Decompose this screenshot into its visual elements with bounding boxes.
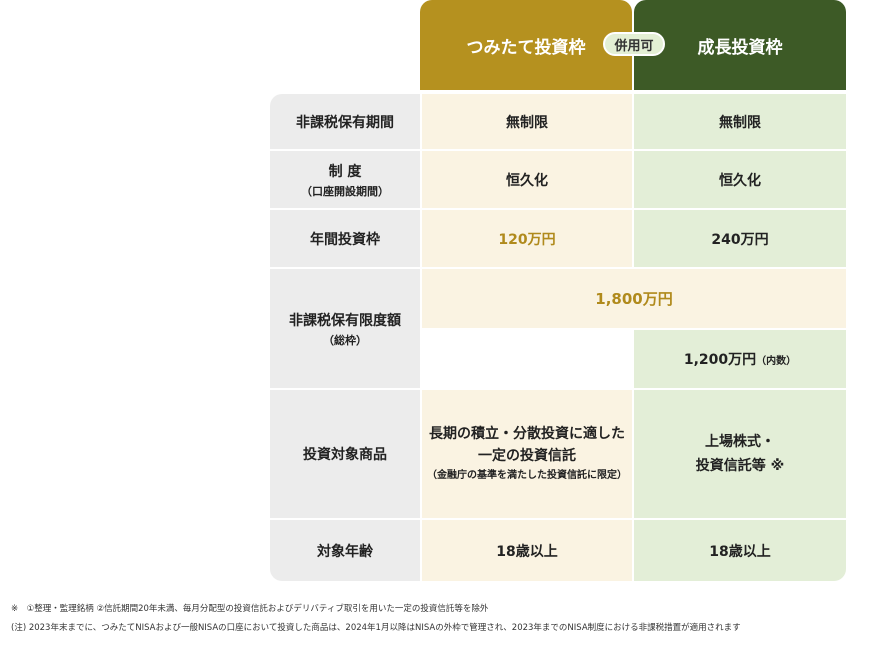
header-tsumitate: つみたて投資枠 <box>420 0 632 90</box>
row-label-products: 投資対象商品 <box>270 390 420 518</box>
footnote-transition: (注) 2023年末までに、つみたてNISAおよび一般NISAの口座において投資… <box>11 623 741 633</box>
cell-limit-total: 1,800万円 <box>422 269 846 328</box>
cell-limit-seicho: 1,200万円 （内数） <box>634 330 846 388</box>
cell-age-tsumitate: 18歳以上 <box>422 520 632 581</box>
row-label-annual: 年間投資枠 <box>270 210 420 267</box>
row-label-system: 制 度 （口座開設期間） <box>270 151 420 208</box>
row-label-text: 非課税保有限度額 <box>289 312 401 329</box>
footnote-exclusions: ※ ①整理・監理銘柄 ②信託期間20年未満、毎月分配型の投資信託およびデリバティ… <box>11 604 489 614</box>
header-seicho: 成長投資枠 <box>634 0 846 90</box>
cell-age-seicho: 18歳以上 <box>634 520 846 581</box>
row-label-subtext: （総枠） <box>323 333 367 347</box>
products-tsumitate-sub: （金融庁の基準を満たした投資信託に限定） <box>427 470 627 481</box>
products-seicho-line2: 投資信託等 ※ <box>695 458 785 474</box>
row-label-period: 非課税保有期間 <box>270 94 420 149</box>
cell-period-tsumitate: 無制限 <box>422 94 632 149</box>
row-label-age: 対象年齢 <box>270 520 420 581</box>
row-label-subtext: （口座開設期間） <box>301 184 389 198</box>
row-label-text: 非課税保有期間 <box>296 114 394 131</box>
combinable-badge: 併用可 <box>603 32 665 56</box>
cell-annual-seicho: 240万円 <box>634 210 846 267</box>
products-tsumitate-line1: 長期の積立・分散投資に適した <box>429 426 625 442</box>
limit-seicho-value: 1,200万円 <box>683 352 757 368</box>
cell-annual-tsumitate: 120万円 <box>422 210 632 267</box>
row-label-text: 制 度 <box>328 163 362 180</box>
cell-system-seicho: 恒久化 <box>634 151 846 208</box>
products-tsumitate-line2: 一定の投資信託 <box>478 448 576 464</box>
cell-period-seicho: 無制限 <box>634 94 846 149</box>
row-label-text: 対象年齢 <box>317 543 373 560</box>
row-label-limit: 非課税保有限度額 （総枠） <box>270 269 420 388</box>
row-label-text: 投資対象商品 <box>303 447 387 463</box>
limit-seicho-note: （内数） <box>756 355 797 367</box>
cell-products-tsumitate: 長期の積立・分散投資に適した 一定の投資信託 （金融庁の基準を満たした投資信託に… <box>422 390 632 518</box>
cell-products-seicho: 上場株式・ 投資信託等 ※ <box>634 390 846 518</box>
row-label-text: 年間投資枠 <box>310 231 380 248</box>
products-seicho-line1: 上場株式・ <box>705 434 775 450</box>
cell-system-tsumitate: 恒久化 <box>422 151 632 208</box>
